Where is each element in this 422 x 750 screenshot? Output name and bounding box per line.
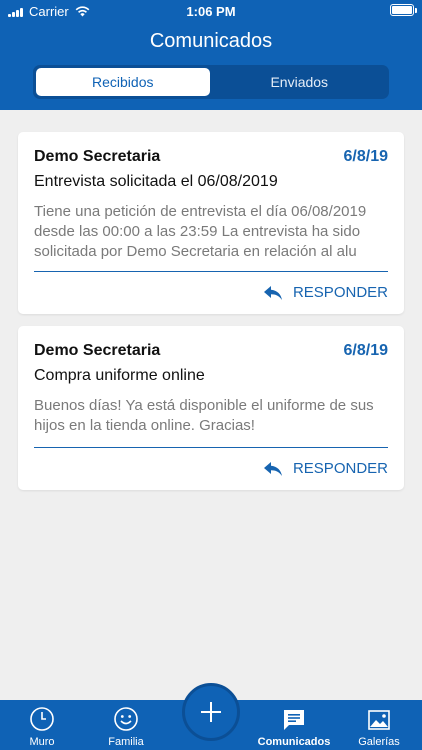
status-time: 1:06 PM (186, 4, 236, 19)
message-icon (284, 710, 304, 730)
tab-familia-label: Familia (108, 736, 144, 748)
battery-icon (390, 4, 417, 16)
message-subject: Entrevista solicitada el 06/08/2019 (34, 173, 278, 190)
message-subject: Compra uniforme online (34, 367, 205, 384)
tab-muro[interactable]: Muro (12, 700, 72, 750)
message-card[interactable]: Demo Secretaria 6/8/19 Entrevista solici… (18, 132, 404, 314)
reply-icon (263, 461, 282, 476)
card-divider (34, 447, 388, 448)
message-preview: Buenos días! Ya está disponible el unifo… (34, 397, 374, 434)
status-bar: Carrier 1:06 PM (0, 0, 422, 22)
tab-comunicados-label: Comunicados (257, 736, 331, 748)
tab-muro-label: Muro (29, 736, 55, 748)
clock-icon (30, 707, 54, 731)
message-date: 6/8/19 (343, 342, 388, 359)
tab-galerias-label: Galerías (358, 736, 400, 748)
reply-button[interactable]: RESPONDER (263, 284, 388, 301)
app-header: Carrier 1:06 PM Comunicados Recibidos En… (0, 0, 422, 110)
image-icon (368, 710, 390, 730)
reply-button[interactable]: RESPONDER (263, 460, 388, 477)
message-sender: Demo Secretaria (34, 342, 161, 359)
reply-icon (263, 285, 282, 300)
plus-icon (201, 702, 221, 722)
tab-enviados[interactable]: Enviados (213, 68, 387, 96)
tab-recibidos[interactable]: Recibidos (36, 68, 210, 96)
tab-familia[interactable]: Familia (96, 700, 156, 750)
page-title: Comunicados (149, 30, 273, 52)
message-date: 6/8/19 (343, 148, 388, 165)
reply-label: RESPONDER (292, 284, 388, 301)
add-button[interactable] (182, 683, 240, 741)
reply-label: RESPONDER (292, 460, 388, 477)
card-divider (34, 271, 388, 272)
message-preview: Tiene una petición de entrevista el día … (34, 203, 367, 260)
segmented-control: Recibidos Enviados (33, 65, 389, 99)
tab-comunicados[interactable]: Comunicados (252, 700, 336, 750)
message-card[interactable]: Demo Secretaria 6/8/19 Compra uniforme o… (18, 326, 404, 490)
tab-galerias[interactable]: Galerías (348, 700, 410, 750)
smiley-icon (114, 707, 138, 731)
message-sender: Demo Secretaria (34, 148, 161, 165)
